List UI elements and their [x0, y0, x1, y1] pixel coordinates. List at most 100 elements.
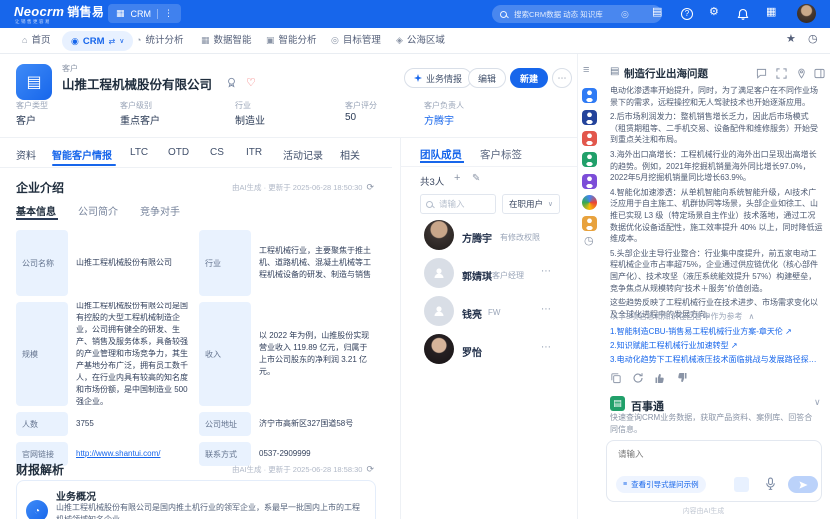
ai-app-sphere-icon[interactable]	[582, 195, 597, 210]
ai-paragraph: 4.智能化加速渗透：从单机智能向系统智能升级，AI技术广泛应用于自主施工、机群协…	[610, 187, 823, 245]
ai-question-input[interactable]	[616, 448, 810, 460]
nav-item-public-pool[interactable]: ◈ 公海区域	[396, 36, 445, 46]
member-filter-select[interactable]: 在职用户 ∨	[502, 194, 560, 214]
pin-icon[interactable]	[796, 68, 807, 79]
references-toggle[interactable]: 以下3项信息和知识在回答中作为参考 ∧	[610, 311, 754, 322]
search-icon	[500, 11, 507, 18]
history-icon[interactable]: ◷	[584, 234, 594, 247]
app-window: Neocrm销售易 让销售更容易 ▦ CRM ⋮ ◎ ▤ ? ⚙ ▦ ⌂ 首页 …	[0, 0, 830, 519]
customer-entity-icon: ▤	[16, 64, 52, 100]
recent-history-icon[interactable]: ◷	[808, 34, 818, 45]
ai-conversation-title: 制造行业出海问题	[624, 66, 708, 81]
add-member-icon[interactable]: +	[454, 172, 460, 184]
create-button[interactable]: 新建	[510, 68, 548, 88]
copy-icon[interactable]	[610, 372, 622, 384]
tab-ltc[interactable]: LTC	[130, 147, 148, 158]
mic-icon[interactable]	[764, 477, 777, 491]
ai-app-person-icon[interactable]	[582, 110, 597, 125]
cell-label-headcount: 人数	[16, 412, 68, 436]
global-search-input[interactable]	[512, 9, 616, 20]
favorite-heart-icon[interactable]: ♡	[246, 76, 256, 89]
filter-icon[interactable]: ◎	[621, 9, 629, 20]
ai-app-doc-icon[interactable]	[582, 152, 597, 167]
member-more-icon[interactable]: ⋯	[541, 304, 551, 315]
tab-related[interactable]: 相关	[340, 147, 360, 162]
refresh-icon[interactable]: ⟳	[366, 182, 374, 193]
tab-profile[interactable]: 资料	[16, 147, 36, 162]
subtab-competitors[interactable]: 竞争对手	[140, 203, 180, 218]
send-button[interactable]	[788, 476, 818, 493]
guided-question-chip[interactable]: ≡ 查看引导式提问示例	[616, 476, 706, 493]
website-link[interactable]: http://www.shantui.com/	[76, 448, 160, 460]
field-value-industry: 制造业	[235, 112, 265, 127]
member-more-icon[interactable]: ⋯	[541, 266, 551, 277]
ai-app-agent-icon[interactable]	[582, 131, 597, 146]
subtab-profile[interactable]: 公司简介	[78, 203, 118, 218]
owner-value-link[interactable]: 方腾宇	[424, 112, 454, 127]
panel-menu-icon[interactable]: ≡	[583, 64, 589, 76]
member-more-icon[interactable]: ⋯	[541, 342, 551, 353]
gear-icon[interactable]: ⚙	[709, 7, 719, 18]
subtab-basic-info[interactable]: 基本信息	[16, 203, 56, 218]
ai-paragraph: 2.后市场利润发力：整机销售增长乏力，因此后市场模式（租赁期租等、二手机交易、设…	[610, 111, 823, 146]
nav-item-crm-active[interactable]: ◉ CRM ⇄ ∨	[62, 31, 133, 51]
kebab-icon: ⋮	[164, 8, 173, 19]
thumbs-up-icon[interactable]	[654, 372, 666, 384]
tab-cs[interactable]: CS	[210, 147, 224, 158]
section-title-intro: 企业介绍	[16, 179, 64, 196]
notes-icon[interactable]: ▤	[652, 7, 662, 18]
list-icon: ≡	[623, 481, 627, 488]
intro-meta: 由AI生成 · 更新于 2025-06-28 18:50:30 ⟳	[232, 182, 374, 193]
finance-meta: 由AI生成 · 更新于 2025-06-28 18:58:30 ⟳	[232, 464, 374, 475]
ai-app-grid-icon[interactable]	[582, 174, 597, 189]
cell-label-revenue: 收入	[199, 302, 251, 406]
edit-members-icon[interactable]: ✎	[472, 173, 480, 184]
regenerate-icon[interactable]	[632, 372, 644, 384]
ai-disclaimer: 内容由AI生成	[577, 506, 830, 516]
edit-button[interactable]: 编辑	[468, 68, 506, 88]
skill-icon[interactable]	[734, 477, 749, 492]
member-name: 钱亮	[462, 306, 482, 321]
tab-team-members[interactable]: 团队成员	[420, 147, 462, 162]
ai-app-team-icon[interactable]	[582, 88, 597, 103]
reference-link[interactable]: 1.智能制造CBU-销售易工程机械行业方案-章天伦 ↗	[610, 326, 824, 337]
bell-icon[interactable]	[737, 8, 749, 20]
member-search-input[interactable]	[437, 198, 489, 210]
customer-header	[0, 54, 577, 138]
member-permission-note: 有修改权限	[500, 232, 540, 243]
more-actions-button[interactable]: ⋯	[552, 68, 572, 88]
cell-value-address: 济宁市高新区327国道58号	[257, 412, 376, 436]
ai-paragraph: 电动化渗透率开始提升，同时，为了满足客户在不同作业场景下的需求，远程操控和无人驾…	[610, 85, 823, 108]
favorite-star-icon[interactable]: ★	[786, 34, 796, 45]
nav-item-target[interactable]: ◎ 目标管理	[331, 36, 381, 46]
biz-intel-button[interactable]: 业务情报	[404, 68, 472, 88]
comment-icon[interactable]	[756, 68, 767, 79]
tab-activity[interactable]: 活动记录	[283, 147, 323, 162]
help-icon[interactable]: ?	[681, 8, 693, 20]
nav-item-data-intelligence[interactable]: ▦ 数据智能	[201, 36, 252, 46]
nav-item-smart-analysis[interactable]: ▣ 智能分析	[266, 36, 317, 46]
cell-label-industry: 行业	[199, 230, 251, 296]
thumbs-down-icon[interactable]	[676, 372, 688, 384]
chevron-down-icon: ∨	[119, 37, 124, 45]
reference-link[interactable]: 2.知识赋能工程机械行业加速转型 ↗	[610, 340, 824, 351]
collapse-icon[interactable]: ∨	[814, 397, 821, 408]
ai-app-box-icon[interactable]	[582, 216, 597, 231]
nav-item-stats[interactable]: ◔ 统计分析	[136, 36, 183, 46]
global-search[interactable]: ◎	[492, 5, 662, 23]
tab-otd[interactable]: OTD	[168, 147, 189, 158]
expand-icon[interactable]	[776, 68, 787, 79]
refresh-icon[interactable]: ⟳	[366, 464, 374, 475]
tab-smart-intel[interactable]: 智能客户情报	[52, 147, 112, 162]
tab-itr[interactable]: ITR	[246, 147, 262, 158]
workspace-switcher[interactable]: ▦ CRM ⋮	[108, 4, 181, 23]
user-avatar[interactable]	[797, 4, 816, 23]
member-search[interactable]	[420, 194, 496, 214]
sidebar-toggle-icon[interactable]	[814, 68, 825, 79]
certification-badge-icon[interactable]	[226, 77, 237, 88]
reference-link[interactable]: 3.电动化趋势下工程机械液压技术面临挑战与发展路径探讨 ↗	[610, 354, 824, 365]
nav-item-home[interactable]: ⌂ 首页	[22, 36, 50, 46]
overview-chart-icon: ◔	[26, 500, 48, 519]
tab-customer-tags[interactable]: 客户标签	[480, 147, 522, 162]
apps-grid-icon[interactable]: ▦	[766, 7, 776, 18]
